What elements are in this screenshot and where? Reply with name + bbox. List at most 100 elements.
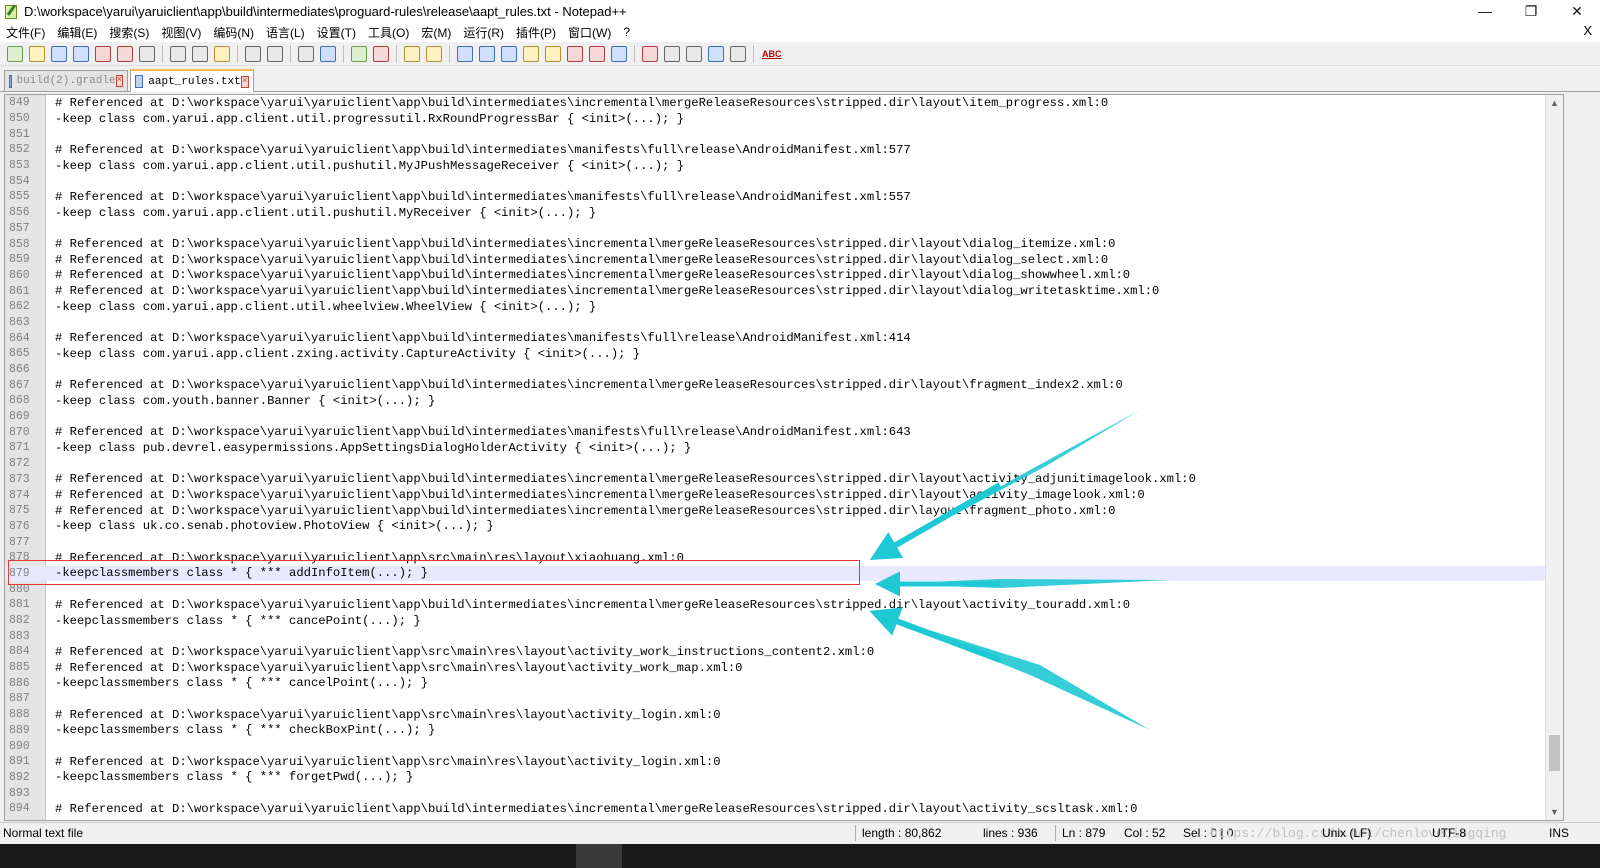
document-map-icon[interactable] (545, 45, 561, 62)
editor-line[interactable]: 892 -keepclassmembers class * { *** forge… (5, 770, 1548, 786)
maximize-button[interactable]: ❐ (1508, 0, 1554, 22)
editor-line[interactable]: 864 # Referenced at D:\workspace\yarui\ya… (5, 330, 1548, 346)
line-text[interactable]: # Referenced at D:\workspace\yarui\yarui… (55, 190, 911, 204)
line-text[interactable]: # Referenced at D:\workspace\yarui\yarui… (55, 755, 721, 769)
line-text[interactable]: # Referenced at D:\workspace\yarui\yarui… (55, 708, 721, 722)
line-text[interactable]: -keep class com.youth.banner.Banner { <i… (55, 394, 435, 408)
menu-view[interactable]: 视图(V) (155, 24, 207, 41)
menu-run[interactable]: 运行(R) (457, 24, 510, 41)
menu-file[interactable]: 文件(F) (0, 24, 51, 41)
record-macro-icon[interactable] (642, 45, 658, 62)
replace-icon[interactable] (320, 45, 336, 62)
editor-line[interactable]: 885 # Referenced at D:\workspace\yarui\ya… (5, 660, 1548, 676)
run-macro-multiple-icon[interactable] (708, 45, 724, 62)
line-text[interactable]: -keep class uk.co.senab.photoview.PhotoV… (55, 519, 494, 533)
zoom-in-icon[interactable] (351, 45, 367, 62)
close-document-button[interactable]: X (1583, 23, 1592, 38)
menu-language[interactable]: 语言(L) (260, 24, 311, 41)
close-window-button[interactable]: ✕ (1554, 0, 1600, 22)
spell-check-icon[interactable]: ABC (762, 49, 782, 59)
editor-line[interactable]: 862 -keep class com.yarui.app.client.util… (5, 299, 1548, 315)
line-text[interactable]: # Referenced at D:\workspace\yarui\yarui… (55, 645, 874, 659)
editor-line[interactable]: 853 -keep class com.yarui.app.client.util… (5, 158, 1548, 174)
stop-macro-icon[interactable] (664, 45, 680, 62)
line-text[interactable]: # Referenced at D:\workspace\yarui\yarui… (55, 378, 1123, 392)
editor-line[interactable]: 868 -keep class com.youth.banner.Banner {… (5, 393, 1548, 409)
menu-search[interactable]: 搜索(S) (103, 24, 155, 41)
line-text[interactable]: -keep class com.yarui.app.client.util.pu… (55, 206, 596, 220)
editor-line[interactable]: 860 # Referenced at D:\workspace\yarui\ya… (5, 268, 1548, 284)
scroll-up-icon[interactable]: ▲ (1546, 95, 1563, 111)
editor-line[interactable]: 852 # Referenced at D:\workspace\yarui\ya… (5, 142, 1548, 158)
scrollbar-thumb[interactable] (1549, 735, 1560, 771)
function-list-icon[interactable] (567, 45, 583, 62)
line-text[interactable]: -keepclassmembers class * { *** addInfoI… (55, 566, 428, 580)
editor-line[interactable]: 889 -keepclassmembers class * { *** check… (5, 723, 1548, 739)
editor-line[interactable]: 850 -keep class com.yarui.app.client.util… (5, 111, 1548, 127)
editor-line[interactable]: 893 (5, 785, 1548, 801)
editor-line[interactable]: 872 (5, 456, 1548, 472)
line-text[interactable]: # Referenced at D:\workspace\yarui\yarui… (55, 268, 1130, 282)
open-file-icon[interactable] (29, 45, 45, 62)
folder-workspace-icon[interactable] (589, 45, 605, 62)
editor-line[interactable]: 883 (5, 628, 1548, 644)
editor-line[interactable]: 876 -keep class uk.co.senab.photoview.Pho… (5, 519, 1548, 535)
tab-close-icon[interactable]: × (115, 75, 123, 87)
menu-encoding[interactable]: 编码(N) (207, 24, 260, 41)
line-text[interactable]: -keep class pub.devrel.easypermissions.A… (55, 441, 691, 455)
language-udl-icon[interactable] (523, 45, 539, 62)
redo-icon[interactable] (267, 45, 283, 62)
line-text[interactable]: # Referenced at D:\workspace\yarui\yarui… (55, 284, 1159, 298)
print-icon[interactable] (139, 45, 155, 62)
line-text[interactable]: # Referenced at D:\workspace\yarui\yarui… (55, 551, 684, 565)
editor-line[interactable]: 890 (5, 738, 1548, 754)
taskbar-item[interactable] (576, 844, 622, 868)
editor-line[interactable]: 888 # Referenced at D:\workspace\yarui\ya… (5, 707, 1548, 723)
paste-icon[interactable] (214, 45, 230, 62)
play-macro-icon[interactable] (686, 45, 702, 62)
menu-macro[interactable]: 宏(M) (415, 24, 457, 41)
editor-line[interactable]: 865 -keep class com.yarui.app.client.zxin… (5, 346, 1548, 362)
editor-line[interactable]: 877 (5, 534, 1548, 550)
line-text[interactable]: # Referenced at D:\workspace\yarui\yarui… (55, 598, 1130, 612)
minimize-button[interactable]: — (1462, 0, 1508, 22)
menu-tools[interactable]: 工具(O) (362, 24, 415, 41)
editor-line[interactable]: 887 (5, 691, 1548, 707)
editor-line[interactable]: 873 # Referenced at D:\workspace\yarui\ya… (5, 472, 1548, 488)
editor-line[interactable]: 858 # Referenced at D:\workspace\yarui\ya… (5, 236, 1548, 252)
scroll-down-icon[interactable]: ▼ (1546, 804, 1563, 820)
editor-line[interactable]: 874 # Referenced at D:\workspace\yarui\ya… (5, 487, 1548, 503)
menu-settings[interactable]: 设置(T) (311, 24, 362, 41)
line-text[interactable]: -keepclassmembers class * { *** cancePoi… (55, 614, 421, 628)
close-all-icon[interactable] (117, 45, 133, 62)
editor-line-current[interactable]: 879 -keepclassmembers class * { *** addIn… (5, 565, 1548, 582)
line-text[interactable]: -keep class com.yarui.app.client.util.pr… (55, 112, 684, 126)
editor-line[interactable]: 894 # Referenced at D:\workspace\yarui\ya… (5, 801, 1548, 817)
menu-plugins[interactable]: 插件(P) (510, 24, 562, 41)
undo-icon[interactable] (245, 45, 261, 62)
line-text[interactable]: # Referenced at D:\workspace\yarui\yarui… (55, 661, 743, 675)
editor-line[interactable]: 861 # Referenced at D:\workspace\yarui\ya… (5, 283, 1548, 299)
editor-line[interactable]: 859 # Referenced at D:\workspace\yarui\ya… (5, 252, 1548, 268)
editor-line[interactable]: 849 # Referenced at D:\workspace\yarui\ya… (5, 95, 1548, 111)
line-text[interactable]: # Referenced at D:\workspace\yarui\yarui… (55, 488, 1145, 502)
text-editor[interactable]: 849 # Referenced at D:\workspace\yarui\ya… (4, 94, 1564, 821)
save-macro-icon[interactable] (730, 45, 746, 62)
editor-line[interactable]: 882 -keepclassmembers class * { *** cance… (5, 613, 1548, 629)
line-text[interactable]: # Referenced at D:\workspace\yarui\yarui… (55, 504, 1116, 518)
line-text[interactable]: # Referenced at D:\workspace\yarui\yarui… (55, 143, 911, 157)
line-text[interactable]: # Referenced at D:\workspace\yarui\yarui… (55, 802, 1137, 816)
sync-horizontal-icon[interactable] (426, 45, 442, 62)
line-text[interactable]: # Referenced at D:\workspace\yarui\yarui… (55, 253, 1108, 267)
editor-line[interactable]: 856 -keep class com.yarui.app.client.util… (5, 205, 1548, 221)
vertical-scrollbar[interactable]: ▲ ▼ (1545, 95, 1563, 820)
editor-line[interactable]: 863 (5, 315, 1548, 331)
save-all-icon[interactable] (73, 45, 89, 62)
save-icon[interactable] (51, 45, 67, 62)
editor-line[interactable]: 866 (5, 362, 1548, 378)
sync-vertical-icon[interactable] (404, 45, 420, 62)
find-icon[interactable] (298, 45, 314, 62)
line-text[interactable]: # Referenced at D:\workspace\yarui\yarui… (55, 96, 1108, 110)
line-text[interactable]: -keep class com.yarui.app.client.util.wh… (55, 300, 596, 314)
editor-line[interactable]: 869 (5, 409, 1548, 425)
